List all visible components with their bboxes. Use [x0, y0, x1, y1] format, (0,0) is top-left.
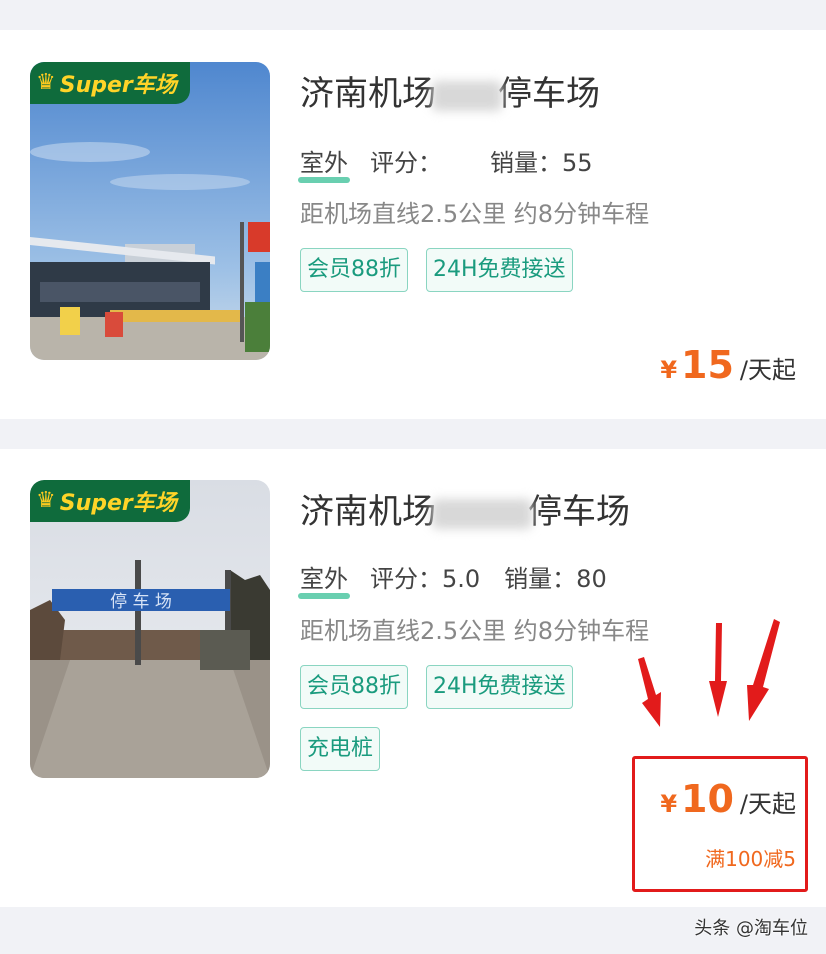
super-parking-badge: ♛ Super车场	[30, 62, 190, 104]
tag-charging-pile: 充电桩	[300, 727, 381, 771]
price-unit: /天起	[739, 356, 796, 384]
parking-title[interactable]: 济南机场 停车场	[300, 66, 600, 115]
rating-label: 评分：	[370, 149, 442, 177]
crown-icon: ♛	[36, 70, 56, 95]
title-text: 济南机场	[300, 74, 436, 114]
parking-photo[interactable]: 停 车 场 ♛ Super车场	[30, 480, 270, 778]
watermark: 头条 @淘车位	[694, 918, 808, 939]
parking-kind: 室外	[300, 565, 348, 593]
distance-info: 距机场直线2.5公里 约8分钟车程	[300, 617, 650, 645]
parking-meta: 室外 评分： 销量：55	[300, 143, 593, 178]
parking-meta: 室外 评分：5.0 销量：80	[300, 559, 607, 594]
redacted-text	[432, 80, 502, 111]
super-parking-badge: ♛ Super车场	[30, 480, 190, 522]
sales-label: 销量：	[490, 149, 562, 177]
title-text: 济南机场	[300, 492, 436, 532]
parking-card[interactable]: ♛ Super车场 济南机场 停车场 室外 评分： 销量：55 距机场直线2.5公里 …	[0, 30, 826, 419]
parking-title[interactable]: 济南机场 停车场	[300, 484, 630, 533]
sales-label: 销量：	[504, 565, 577, 593]
tag-list: 会员88折 24H免费接送 充电桩	[300, 665, 630, 771]
rating-label: 评分：	[370, 565, 442, 593]
rating-value: 5.0	[442, 565, 481, 593]
red-arrows	[638, 619, 780, 727]
crown-icon: ♛	[36, 488, 56, 513]
tag-free-shuttle: 24H免费接送	[426, 248, 573, 292]
parking-sign-text: 停 车 场	[110, 592, 172, 612]
arrow-down-icon	[638, 657, 661, 727]
distance-info: 距机场直线2.5公里 约8分钟车程	[300, 200, 650, 228]
sales-value: 55	[562, 149, 593, 177]
title-text: 停车场	[498, 74, 600, 114]
badge-label: Super车场	[59, 491, 177, 516]
parking-photo[interactable]: ♛ Super车场	[30, 62, 270, 360]
tag-member-discount: 会员88折	[300, 665, 408, 709]
sales-value: 80	[576, 565, 607, 593]
price-value: 15	[681, 343, 734, 387]
title-text: 停车场	[528, 492, 630, 532]
currency-symbol: ¥	[660, 356, 678, 384]
arrow-down-icon	[747, 619, 780, 721]
tag-free-shuttle: 24H免费接送	[426, 665, 573, 709]
tag-member-discount: 会员88折	[300, 248, 408, 292]
price: ¥15/天起	[660, 343, 796, 387]
parking-card[interactable]: 停 车 场 ♛ Super车场 济南机场 停车场 室外 评分：5.0 销量：80 距机…	[0, 449, 826, 907]
parking-kind: 室外	[300, 149, 348, 177]
arrow-down-icon	[709, 623, 727, 717]
tag-list: 会员88折 24H免费接送	[300, 248, 630, 292]
highlight-box	[632, 756, 808, 892]
badge-label: Super车场	[59, 73, 177, 98]
redacted-text	[432, 498, 532, 529]
